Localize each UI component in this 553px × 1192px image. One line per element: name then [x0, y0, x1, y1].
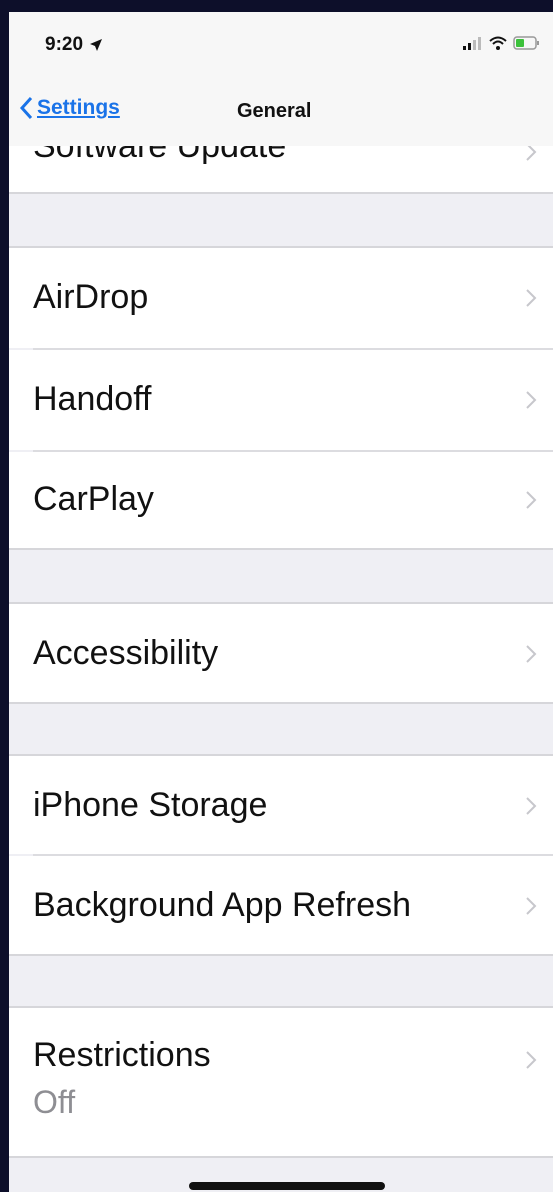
row-background-app-refresh[interactable]: Background App Refresh [9, 856, 553, 954]
divider [9, 954, 553, 956]
chevron-right-icon [526, 289, 537, 307]
row-handoff[interactable]: Handoff [9, 350, 553, 450]
back-button[interactable]: Settings [19, 96, 120, 120]
chevron-right-icon [526, 491, 537, 509]
location-arrow-icon [90, 39, 102, 51]
row-restrictions[interactable]: Restrictions Off [9, 1008, 553, 1156]
home-indicator[interactable] [189, 1182, 385, 1190]
row-accessibility[interactable]: Accessibility [9, 604, 553, 702]
back-label: Settings [37, 96, 120, 119]
status-icons [463, 36, 541, 50]
navigation-bar: Settings General [9, 82, 553, 146]
row-airdrop[interactable]: AirDrop [9, 248, 553, 348]
row-label: CarPlay [33, 480, 154, 518]
chevron-right-icon [526, 1051, 537, 1069]
page-title: General [237, 100, 312, 122]
divider [9, 702, 553, 704]
row-label: iPhone Storage [33, 786, 268, 824]
row-carplay[interactable]: CarPlay [9, 452, 553, 548]
settings-screen: Software Update AirDrop Handoff CarPlay … [9, 12, 553, 1192]
chevron-right-icon [526, 391, 537, 409]
chevron-right-icon [526, 797, 537, 815]
row-iphone-storage[interactable]: iPhone Storage [9, 756, 553, 854]
status-time: 9:20 [45, 34, 84, 55]
row-label: Accessibility [33, 634, 219, 672]
divider [9, 192, 553, 194]
chevron-left-icon [19, 96, 33, 120]
row-label: Restrictions [33, 1036, 211, 1074]
row-value: Off [33, 1084, 76, 1120]
chevron-right-icon [526, 645, 537, 663]
row-label: Background App Refresh [33, 886, 412, 924]
divider [9, 548, 553, 550]
status-bar: 9:20 [9, 12, 553, 82]
divider [9, 1156, 553, 1158]
row-label: Handoff [33, 380, 152, 418]
row-label: AirDrop [33, 278, 149, 316]
battery-icon [513, 36, 539, 50]
cellular-signal-icon [463, 37, 481, 50]
wifi-icon [489, 36, 507, 50]
chevron-right-icon [526, 897, 537, 915]
